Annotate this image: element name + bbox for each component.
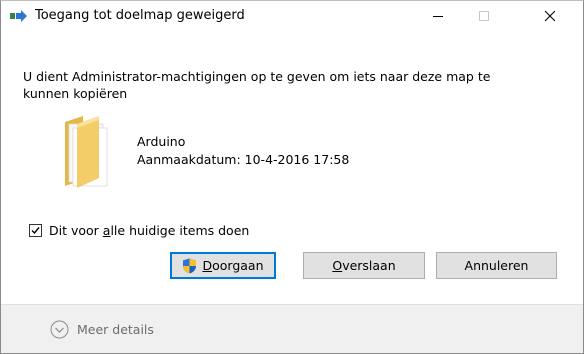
close-button[interactable] xyxy=(527,1,573,31)
item-name: Arduino xyxy=(137,134,186,149)
dialog-footer: Meer details xyxy=(1,304,583,353)
maximize-icon xyxy=(479,11,489,21)
apply-to-all-checkbox[interactable] xyxy=(29,223,42,237)
message-line-1: U dient Administrator-machtigingen op te… xyxy=(23,69,491,84)
dialog-window: Toegang tot doelmap geweigerd U dient Ad… xyxy=(0,0,584,354)
window-title: Toegang tot doelmap geweigerd xyxy=(35,8,245,23)
message-line-2: kunnen kopiëren xyxy=(23,86,128,101)
folder-icon xyxy=(59,114,117,190)
file-transfer-icon xyxy=(10,10,28,22)
minimize-button[interactable] xyxy=(415,1,461,31)
skip-label: Overslaan xyxy=(332,258,396,273)
cancel-label: Annuleren xyxy=(464,258,529,273)
skip-button[interactable]: Overslaan xyxy=(303,252,425,279)
continue-label: Doorgaan xyxy=(202,258,264,273)
apply-to-all-checkbox-row[interactable]: Dit voor alle huidige items doen xyxy=(29,222,249,238)
close-icon xyxy=(544,10,556,22)
title-bar[interactable]: Toegang tot doelmap geweigerd xyxy=(1,1,583,31)
maximize-button xyxy=(461,1,507,31)
more-details-label: Meer details xyxy=(77,322,154,337)
checkmark-icon xyxy=(31,226,40,234)
cancel-button[interactable]: Annuleren xyxy=(436,252,557,279)
chevron-down-icon xyxy=(50,320,69,339)
item-created-date: Aanmaakdatum: 10-4-2016 17:58 xyxy=(137,152,350,167)
apply-to-all-label: Dit voor alle huidige items doen xyxy=(49,222,250,238)
minimize-icon xyxy=(433,16,443,17)
permission-message: U dient Administrator-machtigingen op te… xyxy=(23,68,571,102)
uac-shield-icon xyxy=(182,258,197,274)
continue-button[interactable]: Doorgaan xyxy=(170,252,276,279)
more-details-toggle[interactable]: Meer details xyxy=(50,320,154,339)
